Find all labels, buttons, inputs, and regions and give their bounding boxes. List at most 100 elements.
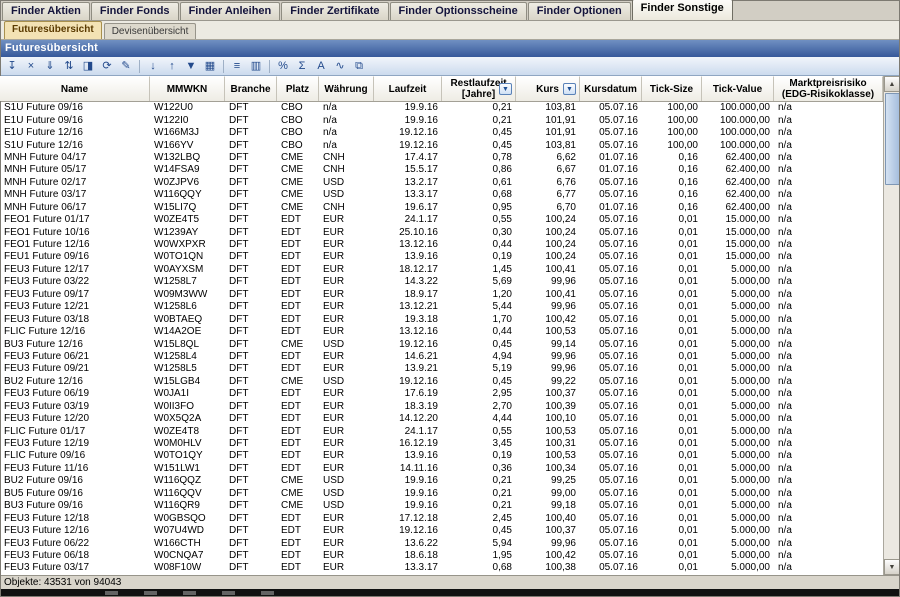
cell-restlaufzeit: 0,61: [442, 177, 516, 189]
table-row[interactable]: MNH Future 03/17W116QQYDFTCMEUSD13.3.170…: [0, 189, 883, 201]
table-row[interactable]: FEU3 Future 03/17W08F10WDFTEDTEUR13.3.17…: [0, 562, 883, 574]
table-row[interactable]: BU3 Future 09/16W116QR9DFTCMEUSD19.9.160…: [0, 500, 883, 512]
column-header-branche[interactable]: Branche: [225, 76, 277, 101]
column-header-name[interactable]: Name: [0, 76, 150, 101]
table-row[interactable]: FEU3 Future 12/20W0X5Q2ADFTEDTEUR14.12.2…: [0, 413, 883, 425]
scrollbar-thumb[interactable]: [885, 93, 900, 185]
table-row[interactable]: E1U Future 12/16W166M3JDFTCBOn/a19.12.16…: [0, 127, 883, 139]
cell-marktpreisrisiko: n/a: [774, 152, 883, 164]
table-row[interactable]: FEO1 Future 12/16W0WXPXRDFTEDTEUR13.12.1…: [0, 239, 883, 251]
tab-finder-aktien[interactable]: Finder Aktien: [2, 2, 90, 20]
vertical-scrollbar[interactable]: ▲ ▼: [883, 76, 900, 575]
cell-mmwkn: W116QR9: [150, 500, 225, 512]
table-row[interactable]: FEU3 Future 09/17W09M3WWDFTEDTEUR18.9.17…: [0, 289, 883, 301]
window-icon[interactable]: ⧉: [350, 58, 368, 74]
export-icon[interactable]: ↧: [3, 58, 21, 74]
table-row[interactable]: S1U Future 09/16W122U0DFTCBOn/a19.9.160,…: [0, 102, 883, 114]
sort-desc-icon[interactable]: ↓: [144, 58, 162, 74]
table-row[interactable]: FEU3 Future 06/19W0JA1IDFTEDTEUR17.6.192…: [0, 388, 883, 400]
cell-name: FEU3 Future 11/16: [0, 463, 150, 475]
restlaufzeit-filter-button[interactable]: ▼: [499, 83, 512, 95]
table-row[interactable]: MNH Future 06/17W15LI7QDFTCMECNH19.6.170…: [0, 202, 883, 214]
cell-branche: DFT: [225, 115, 277, 127]
column-header-platz[interactable]: Platz: [277, 76, 319, 101]
subtab-futuresubersicht[interactable]: Futuresübersicht: [4, 21, 102, 39]
table-row[interactable]: MNH Future 05/17W14FSA9DFTCMECNH15.5.170…: [0, 164, 883, 176]
swap-sort-icon[interactable]: ⇅: [60, 58, 78, 74]
column-header-wahrung[interactable]: Währung: [319, 76, 374, 101]
cell-branche: DFT: [225, 202, 277, 214]
table-row[interactable]: BU5 Future 09/16W116QQVDFTCMEUSD19.9.160…: [0, 488, 883, 500]
scroll-up-button[interactable]: ▲: [884, 76, 900, 92]
cell-name: FEU3 Future 03/18: [0, 314, 150, 326]
tab-finder-zertifikate[interactable]: Finder Zertifikate: [281, 2, 388, 20]
table-row[interactable]: MNH Future 04/17W132LBQDFTCMECNH17.4.170…: [0, 152, 883, 164]
group-rows-icon[interactable]: ≡: [228, 58, 246, 74]
column-header-restlaufzeit[interactable]: Restlaufzeit[Jahre]▼: [442, 76, 516, 101]
table-row[interactable]: FLIC Future 01/17W0ZE4T8DFTEDTEUR24.1.17…: [0, 425, 883, 437]
table-row[interactable]: FEU3 Future 06/18W0CNQA7DFTEDTEUR18.6.18…: [0, 550, 883, 562]
edit-filter-icon[interactable]: ✎: [117, 58, 135, 74]
table-icon[interactable]: ▦: [201, 58, 219, 74]
tab-finder-optionsscheine[interactable]: Finder Optionsscheine: [390, 2, 527, 20]
column-header-tick-value[interactable]: Tick-Value: [702, 76, 774, 101]
tab-finder-optionen[interactable]: Finder Optionen: [528, 2, 631, 20]
percent-icon[interactable]: %: [274, 58, 292, 74]
mark-column-icon[interactable]: ◨: [79, 58, 97, 74]
table-row[interactable]: S1U Future 12/16W166YVDFTCBOn/a19.12.160…: [0, 139, 883, 151]
sort-asc-icon[interactable]: ↑: [163, 58, 181, 74]
column-header-mmwkn[interactable]: MMWKN: [150, 76, 225, 101]
cell-tick-size: 0,01: [642, 376, 702, 388]
chart-icon[interactable]: ∿: [331, 58, 349, 74]
cell-kursdatum: 05.07.16: [580, 189, 642, 201]
table-row[interactable]: FEU3 Future 03/22W1258L7DFTEDTEUR14.3.22…: [0, 276, 883, 288]
table-row[interactable]: FEU3 Future 12/16W07U4WDDFTEDTEUR19.12.1…: [0, 525, 883, 537]
download-icon[interactable]: ⇓: [41, 58, 59, 74]
column-header-laufzeit[interactable]: Laufzeit: [374, 76, 442, 101]
cell-tick-value: 100.000,00: [702, 102, 774, 114]
table-row[interactable]: FEU3 Future 12/18W0GBSQODFTEDTEUR17.12.1…: [0, 512, 883, 524]
table-row[interactable]: BU2 Future 12/16W15LGB4DFTCMEUSD19.12.16…: [0, 376, 883, 388]
cell-tick-value: 5.000,00: [702, 413, 774, 425]
table-row[interactable]: BU2 Future 09/16W116QQZDFTCMEUSD19.9.160…: [0, 475, 883, 487]
table-row[interactable]: E1U Future 09/16W122I0DFTCBOn/a19.9.160,…: [0, 114, 883, 126]
cell-tick-size: 0,16: [642, 177, 702, 189]
column-header-kursdatum[interactable]: Kursdatum: [580, 76, 642, 101]
table-row[interactable]: FLIC Future 12/16W14A2OEDFTEDTEUR13.12.1…: [0, 326, 883, 338]
sum-icon[interactable]: Σ: [293, 58, 311, 74]
table-row[interactable]: BU3 Future 12/16W15L8QLDFTCMEUSD19.12.16…: [0, 338, 883, 350]
table-row[interactable]: FEU3 Future 12/17W0AYXSMDFTEDTEUR18.12.1…: [0, 264, 883, 276]
table-row[interactable]: FLIC Future 09/16W0TO1QYDFTEDTEUR13.9.16…: [0, 450, 883, 462]
subtab-devisenubersicht[interactable]: Devisenübersicht: [104, 23, 197, 39]
table-row[interactable]: FEU3 Future 12/19W0M0HLVDFTEDTEUR16.12.1…: [0, 438, 883, 450]
tab-finder-fonds[interactable]: Finder Fonds: [91, 2, 179, 20]
filter-icon[interactable]: ▼: [182, 58, 200, 74]
clear-icon[interactable]: ×: [22, 58, 40, 74]
cell-platz: CME: [277, 488, 319, 500]
tab-finder-sonstige[interactable]: Finder Sonstige: [632, 0, 733, 20]
table-row[interactable]: FEU1 Future 09/16W0TO1QNDFTEDTEUR13.9.16…: [0, 251, 883, 263]
font-icon[interactable]: A: [312, 58, 330, 74]
refresh-icon[interactable]: ⟳: [98, 58, 116, 74]
table-row[interactable]: FEU3 Future 06/21W1258L4DFTEDTEUR14.6.21…: [0, 351, 883, 363]
table-row[interactable]: FEU3 Future 06/22W166CTHDFTEDTEUR13.6.22…: [0, 537, 883, 549]
table-row[interactable]: FEU3 Future 09/21W1258L5DFTEDTEUR13.9.21…: [0, 363, 883, 375]
column-header-marktpreisrisiko[interactable]: Marktpreisrisiko(EDG-Risikoklasse): [774, 76, 883, 101]
table-row[interactable]: FEU3 Future 03/19W0II3FODFTEDTEUR18.3.19…: [0, 401, 883, 413]
table-row[interactable]: FEO1 Future 10/16W1239AYDFTEDTEUR25.10.1…: [0, 226, 883, 238]
kurs-filter-button[interactable]: ▼: [563, 83, 576, 95]
table-row[interactable]: FEU3 Future 03/18W0BTAEQDFTEDTEUR19.3.18…: [0, 313, 883, 325]
table-row[interactable]: FEO1 Future 01/17W0ZE4T5DFTEDTEUR24.1.17…: [0, 214, 883, 226]
scroll-down-button[interactable]: ▼: [884, 559, 900, 575]
cell-tick-size: 0,16: [642, 164, 702, 176]
column-header-kurs[interactable]: Kurs▼: [516, 76, 580, 101]
column-label: Name: [61, 84, 88, 95]
cell-mmwkn: W0ZE4T8: [150, 426, 225, 438]
column-header-tick-size[interactable]: Tick-Size: [642, 76, 702, 101]
table-row[interactable]: FEU3 Future 12/21W1258L6DFTEDTEUR13.12.2…: [0, 301, 883, 313]
table-row[interactable]: MNH Future 02/17W0ZJPV6DFTCMEUSD13.2.170…: [0, 177, 883, 189]
cell-wahrung: n/a: [319, 102, 374, 114]
table-row[interactable]: FEU3 Future 11/16W151LW1DFTEDTEUR14.11.1…: [0, 463, 883, 475]
tab-finder-anleihen[interactable]: Finder Anleihen: [180, 2, 281, 20]
columns-icon[interactable]: ▥: [247, 58, 265, 74]
